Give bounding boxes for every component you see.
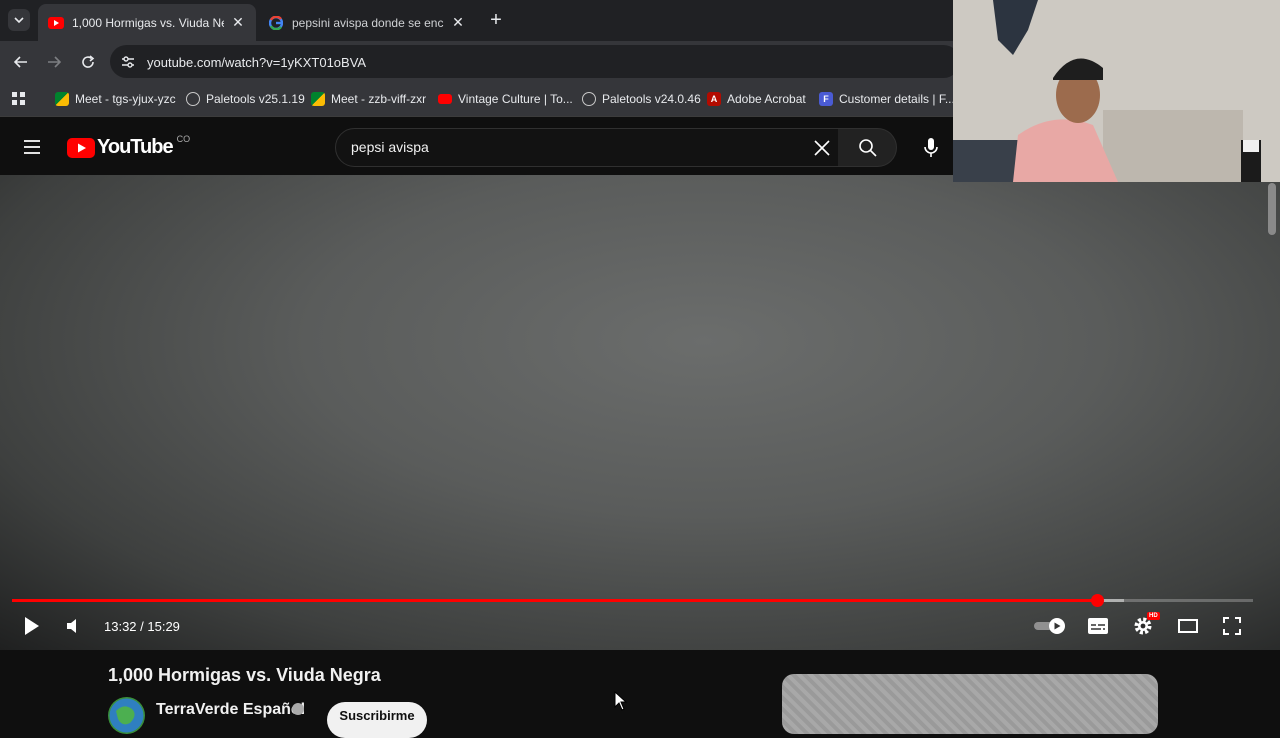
bookmark-meet-2[interactable]: Meet - zzb-viff-zxr <box>311 90 426 108</box>
theater-mode-button[interactable] <box>1176 614 1200 638</box>
tab-title: pepsini avispa donde se encuentra <box>292 15 444 30</box>
autoplay-toggle[interactable] <box>1032 614 1068 638</box>
bookmark-label: Vintage Culture | To... <box>458 92 573 106</box>
youtube-logo[interactable]: YouTube CO <box>67 133 191 159</box>
arrow-right-icon <box>48 56 61 68</box>
bookmark-label: Customer details | F... <box>839 92 955 106</box>
verified-icon <box>292 703 304 715</box>
youtube-icon <box>438 94 452 104</box>
channel-avatar[interactable] <box>108 697 145 734</box>
arrow-left-icon <box>14 56 27 68</box>
voice-search-button[interactable] <box>922 137 942 159</box>
forward-button[interactable] <box>43 51 65 73</box>
url-text: youtube.com/watch?v=1yKXT01oBVA <box>147 55 367 70</box>
meet-icon <box>311 92 325 106</box>
tab-search-button[interactable] <box>8 9 30 31</box>
tab-youtube[interactable]: 1,000 Hormigas vs. Viuda Negra ✕ <box>38 4 256 41</box>
captions-button[interactable] <box>1086 614 1110 638</box>
bookmark-customer-details[interactable]: F Customer details | F... <box>819 90 955 108</box>
theater-icon <box>1178 619 1198 633</box>
settings-button[interactable]: HD <box>1130 612 1160 638</box>
promo-thumbnail[interactable] <box>782 674 1158 734</box>
bookmark-label: Meet - tgs-yjux-yzc <box>75 92 176 106</box>
autoplay-toggle-icon <box>1034 618 1065 634</box>
subscribe-button[interactable]: Suscribirme <box>327 702 427 738</box>
grid-icon <box>12 92 25 105</box>
globe-icon <box>582 92 596 106</box>
youtube-icon <box>48 15 64 31</box>
f-icon: F <box>819 92 833 106</box>
search-button[interactable] <box>838 128 897 167</box>
bookmark-label: Paletools v25.1.19 <box>206 92 305 106</box>
google-icon <box>268 15 284 31</box>
volume-icon <box>67 619 76 633</box>
tab-title: 1,000 Hormigas vs. Viuda Negra <box>72 15 224 30</box>
apps-button[interactable] <box>8 88 30 110</box>
bookmark-vintage-culture[interactable]: Vintage Culture | To... <box>438 90 573 108</box>
progress-scrubber[interactable] <box>1091 594 1104 607</box>
reload-icon <box>82 55 95 68</box>
bookmark-adobe-acrobat[interactable]: A Adobe Acrobat <box>707 90 806 108</box>
clear-search-button[interactable] <box>812 138 832 158</box>
captions-icon <box>1088 618 1108 634</box>
logo-text: YouTube <box>97 136 174 158</box>
channel-name[interactable]: TerraVerde Español <box>156 701 305 719</box>
bookmark-label: Meet - zzb-viff-zxr <box>331 92 427 106</box>
tab-google[interactable]: pepsini avispa donde se encuentra ✕ <box>258 4 476 41</box>
progress-played <box>12 599 1097 602</box>
site-info-button[interactable] <box>117 51 139 73</box>
bookmark-meet-1[interactable]: Meet - tgs-yjux-yzc <box>55 90 176 108</box>
hamburger-icon <box>24 140 40 154</box>
globe-icon <box>186 92 200 106</box>
chevron-down-icon <box>14 17 24 24</box>
mute-button[interactable] <box>62 614 86 638</box>
search-input[interactable]: pepsi avispa <box>351 139 429 155</box>
mouse-cursor-icon <box>614 691 628 711</box>
play-icon <box>25 617 39 635</box>
acrobat-icon: A <box>707 92 721 106</box>
search-icon <box>859 139 877 157</box>
video-title: 1,000 Hormigas vs. Viuda Negra <box>108 665 381 685</box>
webcam-overlay <box>953 0 1280 182</box>
tab-close-icon[interactable]: ✕ <box>230 14 246 31</box>
bookmark-label: Adobe Acrobat <box>727 92 806 106</box>
reload-button[interactable] <box>77 51 99 73</box>
globe-icon <box>109 698 144 733</box>
menu-button[interactable] <box>22 137 46 157</box>
fullscreen-button[interactable] <box>1220 614 1244 638</box>
youtube-play-icon <box>67 137 95 158</box>
new-tab-button[interactable]: + <box>486 10 506 30</box>
tab-close-icon[interactable]: ✕ <box>450 14 466 31</box>
close-icon <box>814 140 830 156</box>
play-button[interactable] <box>20 614 44 638</box>
person-image <box>953 0 1280 182</box>
page-scrollbar[interactable] <box>1268 183 1276 235</box>
bookmark-paletools-1[interactable]: Paletools v25.1.19 <box>186 90 305 108</box>
meet-icon <box>55 92 69 106</box>
bookmark-paletools-2[interactable]: Paletools v24.0.46 <box>582 90 701 108</box>
hd-badge: HD <box>1147 612 1160 620</box>
video-player[interactable] <box>0 175 1280 650</box>
bookmark-label: Paletools v24.0.46 <box>602 92 701 106</box>
fullscreen-icon <box>1223 617 1241 635</box>
region-code: CO <box>176 133 191 144</box>
time-display: 13:32 / 15:29 <box>104 618 180 634</box>
tune-icon <box>122 56 134 68</box>
microphone-icon <box>924 138 938 157</box>
back-button[interactable] <box>10 51 32 73</box>
